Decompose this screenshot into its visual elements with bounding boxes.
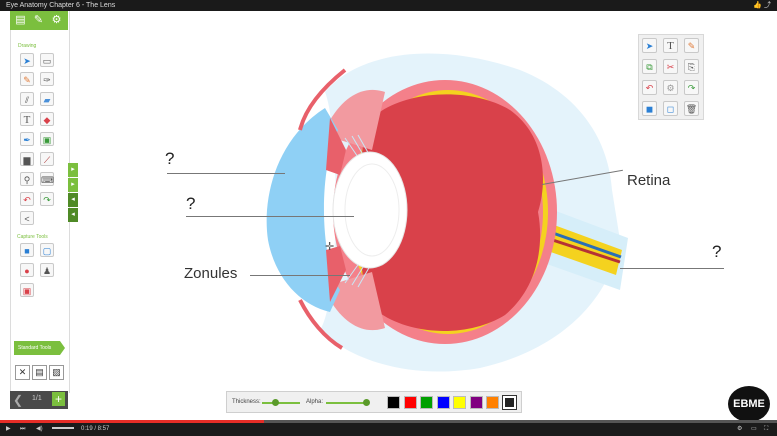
pointer-icon: ➤	[645, 41, 654, 51]
label-retina: Retina	[627, 172, 671, 189]
palette-undo-tool[interactable]: ↶	[642, 80, 657, 95]
color-swatch[interactable]	[387, 396, 400, 409]
fullscreen-icon[interactable]: ⛶	[764, 423, 768, 436]
next-icon[interactable]: ⏭	[20, 423, 25, 436]
label-question-3: ?	[712, 242, 722, 261]
palette-settings-tool[interactable]: ⚙	[663, 80, 678, 95]
layer-front-icon: ◼	[645, 104, 654, 114]
alpha-label: Alpha:	[306, 399, 324, 405]
pen-icon: ✎	[687, 41, 696, 51]
volume-slider[interactable]	[52, 423, 74, 436]
palette-select-tool[interactable]: ➤	[642, 38, 657, 53]
palette-send-back-tool[interactable]: ◻	[663, 101, 678, 116]
palette-paste-tool[interactable]: ⎘	[684, 59, 699, 74]
copy-icon: ⧉	[646, 62, 653, 72]
color-swatch[interactable]	[453, 396, 466, 409]
label-line-zonules	[250, 275, 350, 276]
video-time: 0:19 / 8:57	[81, 426, 110, 432]
play-icon[interactable]: ▶	[6, 423, 11, 436]
alpha-slider-thumb[interactable]	[362, 399, 370, 406]
palette-bring-front-tool[interactable]: ◼	[642, 101, 657, 116]
color-swatch[interactable]	[486, 396, 499, 409]
captions-icon[interactable]: ▭	[751, 423, 757, 436]
text-icon: T	[667, 40, 674, 52]
label-question-1: ?	[165, 149, 175, 168]
line-style-toolbar: Thickness: Alpha:	[226, 391, 522, 413]
lens	[332, 151, 408, 269]
paste-icon: ⎘	[687, 62, 696, 72]
settings-icon[interactable]: ⚙	[737, 423, 742, 436]
thickness-label: Thickness:	[232, 399, 261, 405]
label-question-2: ?	[186, 194, 196, 213]
volume-icon[interactable]: ◀)	[36, 423, 43, 436]
scissors-icon: ✂	[666, 62, 675, 72]
palette-cut-tool[interactable]: ✂	[663, 59, 678, 74]
crosshair-cursor-icon: ✛	[325, 241, 335, 253]
palette-pen-tool[interactable]: ✎	[684, 38, 699, 53]
trash-icon: 🗑	[685, 104, 698, 114]
floating-tool-palette: ➤ T ✎ ⧉ ✂ ⎘ ↶ ⚙ ↷ ◼ ◻ 🗑	[638, 34, 704, 120]
layer-back-icon: ◻	[666, 104, 675, 114]
palette-delete-tool[interactable]: 🗑	[684, 101, 699, 116]
label-line-q3	[620, 268, 724, 269]
undo-icon: ↶	[645, 83, 654, 93]
palette-redo-tool[interactable]: ↷	[684, 80, 699, 95]
palette-copy-tool[interactable]: ⧉	[642, 59, 657, 74]
thickness-slider-track[interactable]	[262, 402, 300, 404]
color-swatch[interactable]	[469, 396, 483, 409]
video-controls: ▶ ⏭ ◀) 0:19 / 8:57 ⚙ ▭ ⛶	[0, 423, 777, 436]
color-swatch[interactable]	[420, 396, 433, 409]
thickness-slider-thumb[interactable]	[272, 399, 280, 406]
gear-icon: ⚙	[666, 83, 675, 93]
color-swatch[interactable]	[403, 396, 417, 409]
label-zonules: Zonules	[184, 265, 238, 282]
palette-text-tool[interactable]: T	[663, 38, 678, 53]
alpha-slider-track[interactable]	[326, 402, 368, 404]
label-line-q2	[186, 216, 354, 217]
color-swatch[interactable]	[501, 395, 517, 410]
redo-icon: ↷	[687, 83, 696, 93]
label-line-q1	[167, 173, 285, 174]
ebme-logo: EBME	[728, 386, 770, 422]
color-swatch[interactable]	[436, 396, 450, 409]
